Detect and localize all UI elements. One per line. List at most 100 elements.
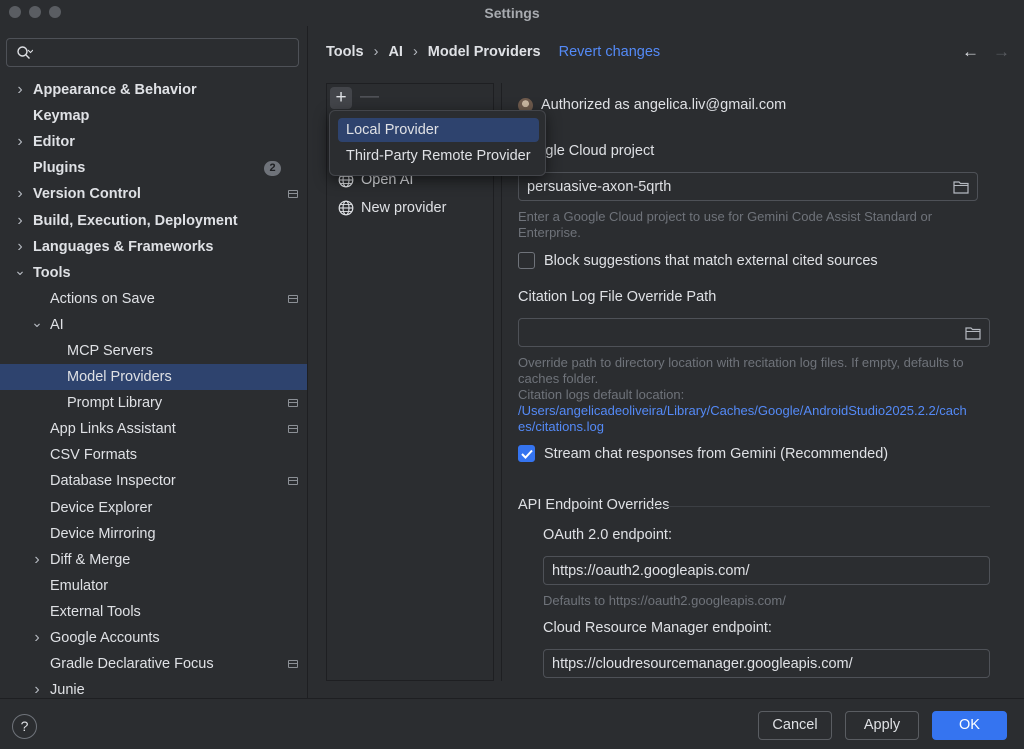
sidebar-item-database-inspector[interactable]: Database Inspector	[0, 468, 307, 494]
citation-hint-line: Citation logs default location:	[518, 387, 685, 402]
sidebar-item-tools[interactable]: ⌄ Tools	[0, 260, 307, 286]
sidebar-item-ai[interactable]: ⌄ AI	[0, 312, 307, 338]
oauth-label: OAuth 2.0 endpoint:	[543, 527, 672, 543]
sidebar-item-google-accounts[interactable]: › Google Accounts	[0, 625, 307, 651]
api-endpoint-section-title: API Endpoint Overrides	[518, 497, 670, 513]
help-button[interactable]: ?	[12, 714, 37, 739]
sidebar-item-actions-on-save[interactable]: Actions on Save	[0, 286, 307, 312]
breadcrumb-separator: ›	[373, 44, 379, 60]
authorized-text: Authorized as angelica.liv@gmail.com	[541, 97, 787, 113]
title-bar: Settings	[0, 0, 1024, 26]
chevron-right-icon[interactable]: ›	[13, 185, 27, 203]
oauth-endpoint-field[interactable]: https://oauth2.googleapis.com/	[543, 556, 990, 585]
project-level-icon	[288, 660, 298, 669]
add-provider-button[interactable]: +	[330, 87, 352, 109]
sidebar-item-gradle-declarative-focus[interactable]: Gradle Declarative Focus	[0, 651, 307, 677]
crm-endpoint-field[interactable]: https://cloudresourcemanager.googleapis.…	[543, 649, 990, 678]
sidebar-item-label: Google Accounts	[50, 630, 160, 647]
menu-item-local-provider[interactable]: Local Provider	[338, 118, 539, 142]
sidebar-item-prompt-library[interactable]: Prompt Library	[0, 390, 307, 416]
sidebar-item-label: Tools	[33, 264, 71, 281]
breadcrumb-tools[interactable]: Tools	[326, 44, 364, 60]
minimize-window-button[interactable]	[29, 6, 41, 18]
sidebar-item-emulator[interactable]: Emulator	[0, 573, 307, 599]
revert-changes-link[interactable]: Revert changes	[559, 44, 661, 60]
chevron-right-icon[interactable]: ›	[13, 81, 27, 99]
block-suggestions-row[interactable]: Block suggestions that match external ci…	[518, 252, 878, 269]
zoom-window-button[interactable]	[49, 6, 61, 18]
sidebar-item-plugins[interactable]: Plugins 2	[0, 155, 307, 181]
sidebar-item-model-providers[interactable]: Model Providers	[0, 364, 307, 391]
provider-label: New provider	[361, 200, 447, 216]
search-box[interactable]	[6, 38, 299, 67]
back-arrow-icon[interactable]: ←	[962, 42, 979, 62]
chevron-right-icon[interactable]: ›	[13, 133, 27, 151]
window-controls[interactable]	[9, 6, 61, 18]
project-hint: Enter a Google Cloud project to use for …	[518, 209, 932, 241]
citation-path-field[interactable]	[518, 318, 990, 347]
citation-path-link[interactable]: /Users/angelicadeoliveira/Library/Caches…	[518, 403, 998, 419]
sidebar-item-label: Actions on Save	[50, 290, 155, 307]
sidebar-item-label: CSV Formats	[50, 447, 138, 464]
sidebar-item-label: Keymap	[33, 108, 90, 125]
stream-responses-checkbox[interactable]	[518, 445, 535, 462]
menu-item-third-party-remote-provider[interactable]: Third-Party Remote Provider	[338, 144, 539, 168]
project-level-icon	[288, 477, 298, 486]
search-input[interactable]	[41, 43, 291, 63]
close-window-button[interactable]	[9, 6, 21, 18]
globe-icon	[338, 200, 354, 216]
breadcrumb: Tools › AI › Model Providers Revert chan…	[326, 42, 660, 62]
chevron-right-icon[interactable]: ›	[13, 238, 27, 256]
sidebar-item-diff-merge[interactable]: › Diff & Merge	[0, 547, 307, 573]
sidebar-item-keymap[interactable]: Keymap	[0, 103, 307, 129]
sidebar-item-label: App Links Assistant	[50, 421, 176, 438]
update-count-badge: 2	[264, 161, 281, 177]
chevron-down-icon[interactable]: ⌄	[30, 314, 44, 331]
forward-arrow-icon[interactable]: →	[993, 42, 1010, 62]
breadcrumb-ai[interactable]: AI	[388, 44, 403, 60]
chevron-right-icon[interactable]: ›	[13, 212, 27, 230]
stream-responses-row[interactable]: Stream chat responses from Gemini (Recom…	[518, 445, 888, 462]
sidebar-item-label: Diff & Merge	[50, 551, 131, 568]
sidebar-item-version-control[interactable]: › Version Control	[0, 181, 307, 207]
sidebar-item-label: Plugins	[33, 160, 86, 177]
citation-label: Citation Log File Override Path	[518, 289, 717, 305]
remove-provider-button[interactable]: —	[360, 86, 379, 108]
sidebar-item-device-explorer[interactable]: Device Explorer	[0, 495, 307, 521]
block-suggestions-label: Block suggestions that match external ci…	[544, 252, 878, 269]
search-icon	[17, 46, 33, 59]
ok-button[interactable]: OK	[932, 711, 1007, 740]
citation-path-link[interactable]: es/citations.log	[518, 419, 998, 435]
chevron-right-icon[interactable]: ›	[30, 629, 44, 647]
block-suggestions-checkbox[interactable]	[518, 252, 535, 269]
sidebar-item-build-execution-deployment[interactable]: › Build, Execution, Deployment	[0, 207, 307, 233]
chevron-right-icon[interactable]: ›	[30, 551, 44, 569]
window-title: Settings	[484, 5, 540, 21]
sidebar-item-label: MCP Servers	[67, 342, 153, 359]
apply-button[interactable]: Apply	[845, 711, 919, 740]
sidebar-item-csv-formats[interactable]: CSV Formats	[0, 442, 307, 468]
sidebar-item-mcp-servers[interactable]: MCP Servers	[0, 338, 307, 364]
sidebar-item-app-links-assistant[interactable]: App Links Assistant	[0, 416, 307, 442]
provider-item-new-provider[interactable]: New provider	[338, 198, 446, 218]
project-field[interactable]: persuasive-axon-5qrth	[518, 172, 978, 201]
folder-icon[interactable]	[965, 326, 981, 340]
sidebar-item-editor[interactable]: › Editor	[0, 129, 307, 155]
cancel-button[interactable]: Cancel	[758, 711, 832, 740]
project-hint-line: Enterprise.	[518, 225, 581, 240]
sidebar-item-device-mirroring[interactable]: Device Mirroring	[0, 521, 307, 547]
sidebar-item-external-tools[interactable]: External Tools	[0, 599, 307, 625]
citation-hint-line: caches folder.	[518, 371, 599, 386]
sidebar-item-junie[interactable]: › Junie	[0, 677, 307, 698]
sidebar-item-languages-frameworks[interactable]: › Languages & Frameworks	[0, 234, 307, 260]
sidebar-item-appearance-behavior[interactable]: › Appearance & Behavior	[0, 77, 307, 103]
section-divider	[650, 506, 990, 507]
project-hint-line: Enter a Google Cloud project to use for …	[518, 209, 933, 224]
sidebar-item-label: Prompt Library	[67, 395, 163, 412]
folder-icon[interactable]	[953, 180, 969, 194]
crm-label: Cloud Resource Manager endpoint:	[543, 620, 772, 636]
chevron-down-icon[interactable]: ⌄	[13, 262, 27, 279]
sidebar-item-label: Build, Execution, Deployment	[33, 212, 238, 229]
chevron-right-icon[interactable]: ›	[30, 681, 44, 698]
dialog-footer: ? Cancel Apply OK	[0, 698, 1024, 749]
